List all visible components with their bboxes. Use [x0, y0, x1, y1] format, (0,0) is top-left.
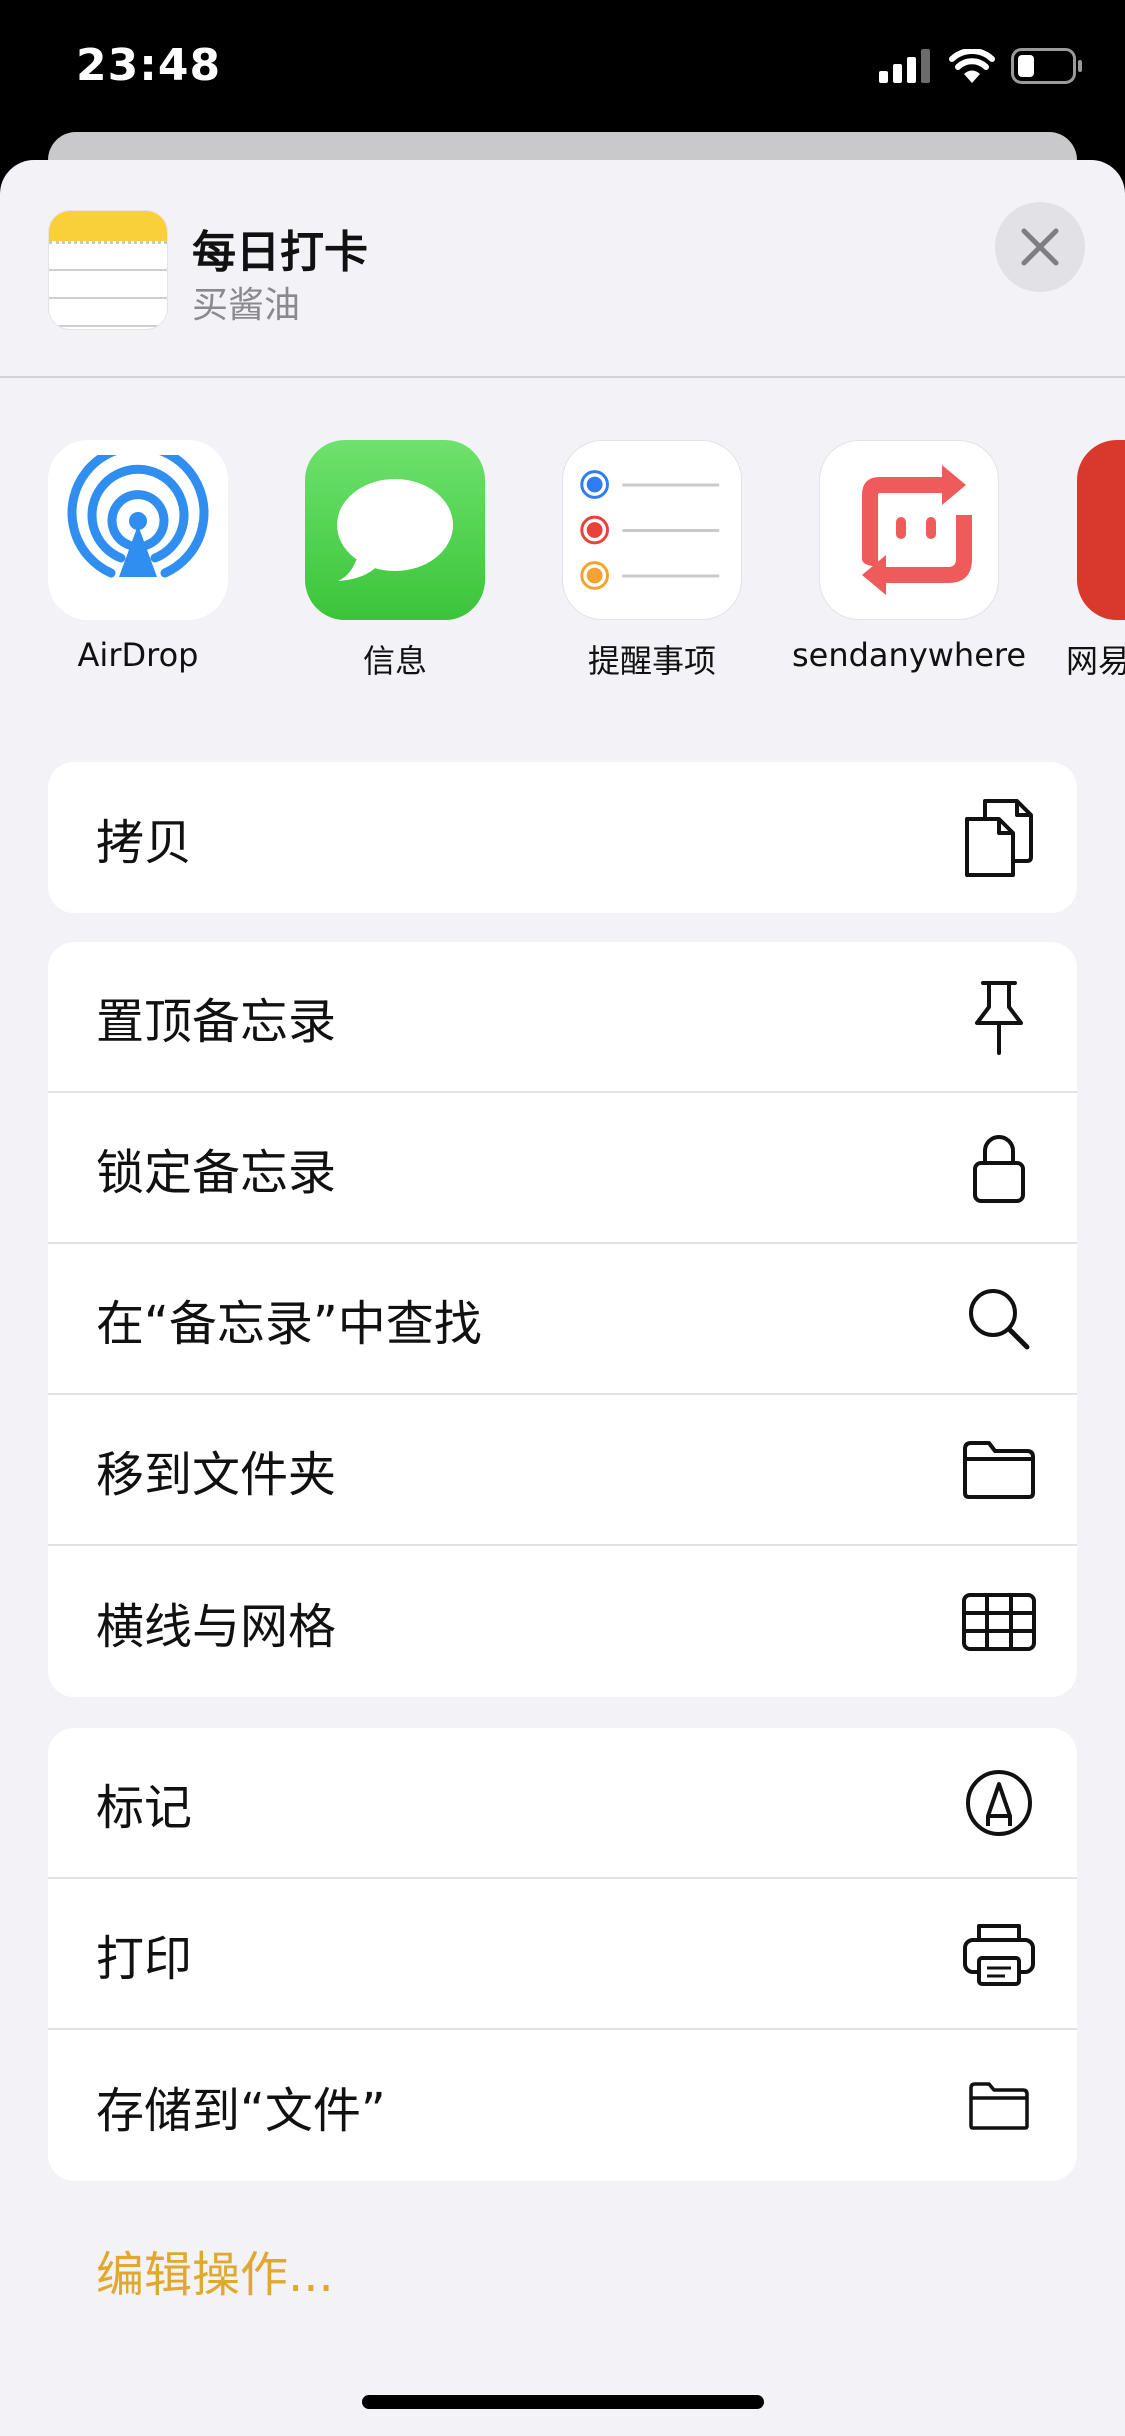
action-label: 存储到“文件” — [96, 2082, 386, 2139]
reminders-icon — [562, 440, 742, 620]
search-icon — [959, 1279, 1039, 1359]
share-apps-row: AirDrop 信息 提醒事项 sendanywhere 网易 — [0, 440, 1125, 700]
print-icon — [959, 1914, 1039, 1994]
airdrop-icon — [48, 440, 228, 620]
action-group-copy: 拷贝 — [48, 762, 1077, 913]
note-subtitle: 买酱油 — [192, 285, 301, 326]
action-label: 锁定备忘录 — [96, 1144, 337, 1201]
action-move-to-folder[interactable]: 移到文件夹 — [48, 1395, 1077, 1546]
action-label: 拷贝 — [96, 814, 193, 871]
action-lock-note[interactable]: 锁定备忘录 — [48, 1093, 1077, 1244]
action-lines-and-grids[interactable]: 横线与网格 — [48, 1546, 1077, 1697]
status-bar: 23:48 — [0, 0, 1125, 132]
app-label: 网易 — [1066, 642, 1125, 680]
action-label: 移到文件夹 — [96, 1446, 337, 1503]
battery-icon — [1011, 48, 1082, 84]
share-app-netease[interactable]: 网易 — [1046, 440, 1125, 682]
action-label: 打印 — [96, 1930, 193, 1987]
action-find-in-note[interactable]: 在“备忘录”中查找 — [48, 1244, 1077, 1395]
copy-icon — [959, 798, 1039, 878]
screen: 23:48 每日打卡 买酱油 AirDrop 信息 提醒事项 sendanywh… — [0, 0, 1125, 2436]
grid-icon — [959, 1582, 1039, 1662]
pin-icon — [959, 977, 1039, 1057]
app-label: 提醒事项 — [587, 642, 716, 680]
share-app-sendanywhere[interactable]: sendanywhere — [789, 440, 1029, 674]
lock-icon — [959, 1128, 1039, 1208]
action-pin-note[interactable]: 置顶备忘录 — [48, 942, 1077, 1093]
signal-icon — [879, 49, 930, 83]
action-markup[interactable]: 标记 — [48, 1728, 1077, 1879]
app-label: AirDrop — [77, 636, 199, 674]
netease-icon — [1077, 440, 1125, 620]
markup-icon — [959, 1763, 1039, 1843]
action-group-note: 置顶备忘录 锁定备忘录 在“备忘录”中查找 移到文件夹 横线与网格 — [48, 942, 1077, 1697]
wifi-icon — [949, 49, 995, 83]
note-title: 每日打卡 — [192, 227, 368, 278]
action-copy[interactable]: 拷贝 — [48, 762, 1077, 913]
edit-actions-link[interactable]: 编辑操作... — [96, 2235, 334, 2305]
action-label: 标记 — [96, 1779, 193, 1836]
close-icon — [1021, 228, 1059, 266]
folder-icon — [959, 1430, 1039, 1510]
action-label: 横线与网格 — [96, 1598, 337, 1655]
app-label: sendanywhere — [791, 636, 1027, 674]
share-header: 每日打卡 买酱油 — [0, 160, 1125, 378]
app-label: 信息 — [362, 642, 427, 680]
action-print[interactable]: 打印 — [48, 1879, 1077, 2030]
close-button[interactable] — [995, 202, 1085, 292]
action-save-to-files[interactable]: 存储到“文件” — [48, 2030, 1077, 2181]
share-app-reminders[interactable]: 提醒事项 — [532, 440, 772, 682]
share-app-messages[interactable]: 信息 — [275, 440, 515, 682]
status-time: 23:48 — [76, 40, 222, 91]
notes-app-icon — [48, 210, 168, 330]
save-to-files-icon — [959, 2066, 1039, 2146]
messages-icon — [305, 440, 485, 620]
action-label: 置顶备忘录 — [96, 993, 337, 1050]
action-group-share: 标记 打印 存储到“文件” — [48, 1728, 1077, 2181]
home-indicator — [362, 2395, 764, 2409]
action-label: 在“备忘录”中查找 — [96, 1295, 482, 1352]
sendanywhere-icon — [819, 440, 999, 620]
status-icons — [879, 48, 1083, 84]
share-sheet: 每日打卡 买酱油 AirDrop 信息 提醒事项 sendanywhere 网易… — [0, 160, 1125, 2436]
share-app-airdrop[interactable]: AirDrop — [18, 440, 258, 674]
